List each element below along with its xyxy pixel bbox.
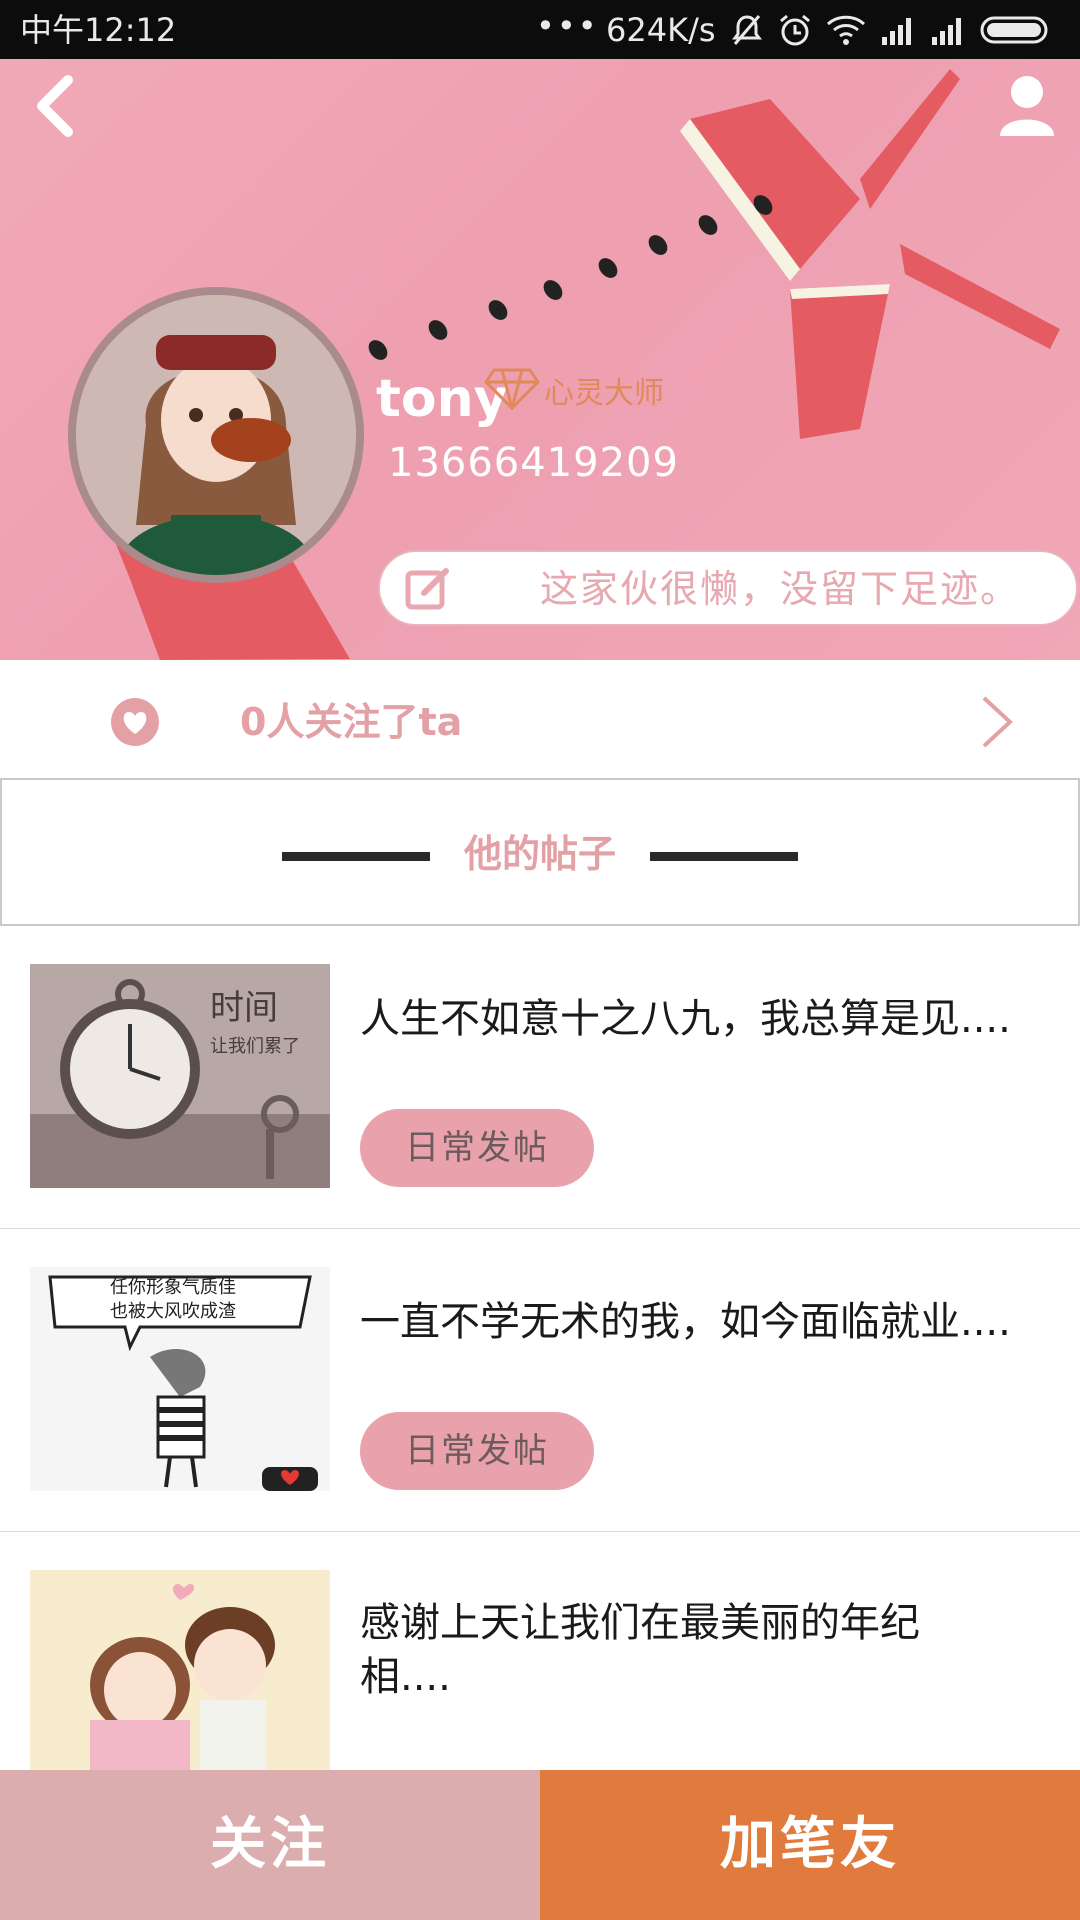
signal-icon bbox=[882, 18, 911, 45]
add-pen-pal-button[interactable]: 加笔友 bbox=[540, 1770, 1080, 1920]
chevron-right-icon[interactable] bbox=[980, 694, 1016, 750]
phone-number: 13666419209 bbox=[388, 440, 679, 486]
windblown-girl-image: 任你形象气质佳 也被大风吹成渣 bbox=[30, 1267, 330, 1491]
battery-icon bbox=[980, 16, 1048, 44]
signal-icon bbox=[932, 18, 961, 45]
post-title[interactable]: 感谢上天让我们在最美丽的年纪相.... bbox=[360, 1596, 920, 1704]
post-title[interactable]: 一直不学无术的我，如今面临就业.... bbox=[360, 1295, 1080, 1349]
status-dots: ••• bbox=[536, 7, 599, 45]
section-title: 他的帖子 bbox=[463, 832, 616, 876]
post-tag-button[interactable]: 日常发帖 bbox=[360, 1412, 594, 1490]
status-icons bbox=[730, 10, 1052, 50]
thumb-caption: 让我们累了 bbox=[210, 1036, 300, 1057]
post-thumbnail[interactable]: 时间 让我们累了 bbox=[30, 964, 330, 1188]
user-badge-label: 心灵大师 bbox=[544, 376, 664, 411]
user-profile-icon[interactable] bbox=[998, 74, 1056, 136]
status-time: 中午12:12 bbox=[20, 11, 177, 49]
status-bar: 中午12:12 ••• 624K/s bbox=[0, 0, 1080, 59]
post-thumbnail[interactable] bbox=[30, 1570, 330, 1770]
post-title[interactable]: 人生不如意十之八九，我总算是见.... bbox=[360, 992, 1080, 1046]
avatar[interactable] bbox=[76, 295, 356, 575]
thumb-caption: 任你形象气质佳 bbox=[110, 1277, 236, 1298]
thumb-caption: 时间 bbox=[210, 988, 278, 1028]
alarm-icon bbox=[780, 14, 810, 46]
followers-count: 0人关注了ta bbox=[240, 700, 463, 744]
edit-icon[interactable] bbox=[404, 563, 454, 613]
followers-row[interactable] bbox=[0, 660, 1080, 780]
back-chevron-icon[interactable] bbox=[30, 74, 80, 138]
wifi-icon bbox=[826, 15, 866, 45]
bell-off-icon bbox=[732, 15, 762, 45]
network-speed: 624K/s bbox=[606, 11, 716, 49]
diamond-icon bbox=[484, 368, 540, 410]
thumb-caption: 也被大风吹成渣 bbox=[110, 1301, 236, 1322]
post-thumbnail[interactable]: 任你形象气质佳 也被大风吹成渣 bbox=[30, 1267, 330, 1491]
post-tag-button[interactable]: 日常发帖 bbox=[360, 1109, 594, 1187]
couple-image bbox=[30, 1570, 330, 1770]
heart-icon bbox=[111, 698, 159, 746]
follow-button[interactable]: 关注 bbox=[0, 1770, 540, 1920]
pocket-watch-image: 时间 让我们累了 bbox=[30, 964, 330, 1188]
signature-text: 这家伙很懒，没留下足迹。 bbox=[540, 567, 1021, 611]
avatar-illustration bbox=[76, 295, 356, 575]
